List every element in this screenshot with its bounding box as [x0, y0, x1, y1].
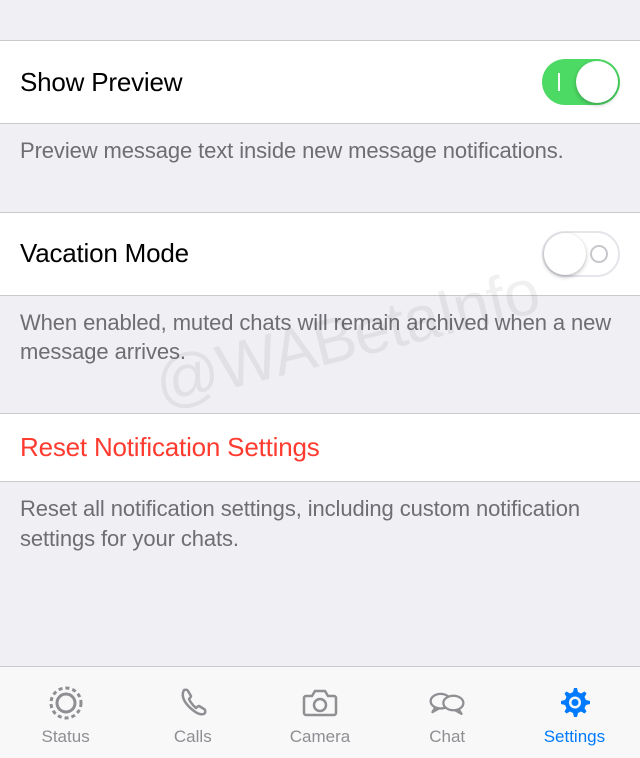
show-preview-row[interactable]: Show Preview [0, 40, 640, 124]
tab-calls[interactable]: Calls [129, 683, 256, 747]
tab-status[interactable]: Status [2, 683, 129, 747]
show-preview-description: Preview message text inside new message … [0, 124, 640, 190]
reset-notification-label: Reset Notification Settings [20, 432, 320, 463]
vacation-mode-description: When enabled, muted chats will remain ar… [0, 296, 640, 391]
tab-camera-label: Camera [290, 727, 350, 747]
show-preview-toggle[interactable] [542, 59, 620, 105]
tab-camera[interactable]: Camera [256, 683, 383, 747]
tab-settings[interactable]: Settings [511, 683, 638, 747]
vacation-mode-label: Vacation Mode [20, 238, 189, 269]
vacation-mode-row[interactable]: Vacation Mode [0, 212, 640, 296]
status-icon [46, 683, 86, 723]
tab-bar: Status Calls Camera Chat [0, 666, 640, 758]
camera-icon [300, 683, 340, 723]
tab-calls-label: Calls [174, 727, 212, 747]
settings-icon [554, 683, 594, 723]
reset-notification-row[interactable]: Reset Notification Settings [0, 413, 640, 482]
calls-icon [173, 683, 213, 723]
tab-settings-label: Settings [544, 727, 605, 747]
tab-chat[interactable]: Chat [384, 683, 511, 747]
tab-status-label: Status [42, 727, 90, 747]
vacation-mode-toggle[interactable] [542, 231, 620, 277]
show-preview-label: Show Preview [20, 67, 182, 98]
reset-notification-description: Reset all notification settings, includi… [0, 482, 640, 577]
tab-chat-label: Chat [429, 727, 465, 747]
chat-icon [427, 683, 467, 723]
